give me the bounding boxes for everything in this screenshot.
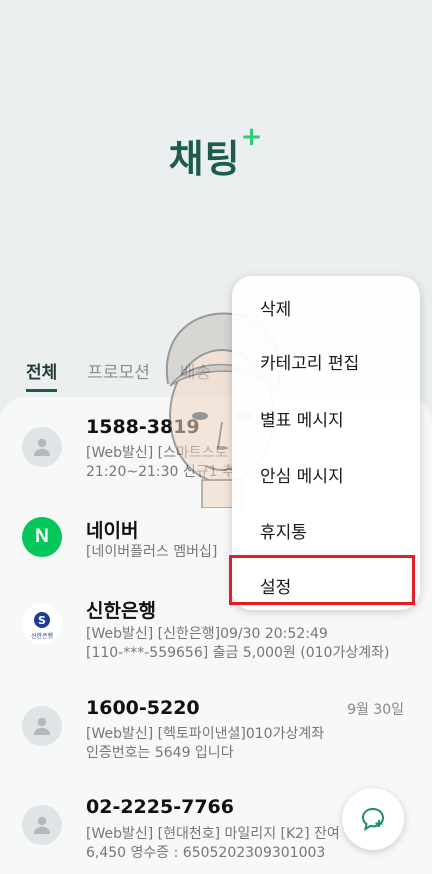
message-sender: 네이버 <box>86 520 139 542</box>
svg-text:S: S <box>38 614 46 627</box>
plus-mark: + <box>240 122 264 152</box>
message-sender: 02-2225-7766 <box>86 796 234 818</box>
new-chat-button[interactable] <box>342 788 404 850</box>
menu-item-safe-messages[interactable]: 안심 메시지 <box>260 462 344 487</box>
message-preview: [110-***-559656] 출금 5,000원 (010가상계좌) <box>86 645 390 661</box>
new-chat-icon <box>361 807 385 832</box>
message-date: 9월 30일 <box>347 702 404 718</box>
tab-all[interactable]: 전체 <box>26 358 58 392</box>
message-preview: [Web발신] [신한은행]09/30 20:52:49 <box>86 626 328 642</box>
menu-item-edit-category[interactable]: 카테고리 편집 <box>260 349 359 374</box>
message-preview: [Web발신] [헥토파이낸셜]010가상계좌 <box>86 726 325 742</box>
message-preview: 6,450 영수증 : 6505202309301003 <box>86 845 326 861</box>
message-sender: 신한은행 <box>86 600 156 622</box>
settings-highlight-box <box>229 555 415 605</box>
message-preview: 인증번호는 5649 입니다 <box>86 745 234 761</box>
shinhan-logo: S 신한은행 <box>22 604 62 644</box>
message-preview: [Web발신] [현대천호] 마일리지 [K2] 잔여 <box>86 826 340 842</box>
naver-logo: N <box>22 517 62 557</box>
person-icon <box>22 706 62 746</box>
message-sender: 1600-5220 <box>86 697 200 719</box>
person-icon <box>22 805 62 845</box>
message-preview: [네이버플러스 멤버십] <box>86 544 218 560</box>
page-title: 채팅+ <box>168 122 264 181</box>
shinhan-logo-text: 신한은행 <box>31 632 53 640</box>
menu-item-delete[interactable]: 삭제 <box>260 295 291 320</box>
person-icon <box>22 427 62 467</box>
menu-item-starred[interactable]: 별표 메시지 <box>260 406 344 431</box>
menu-item-trash[interactable]: 휴지통 <box>260 518 307 543</box>
